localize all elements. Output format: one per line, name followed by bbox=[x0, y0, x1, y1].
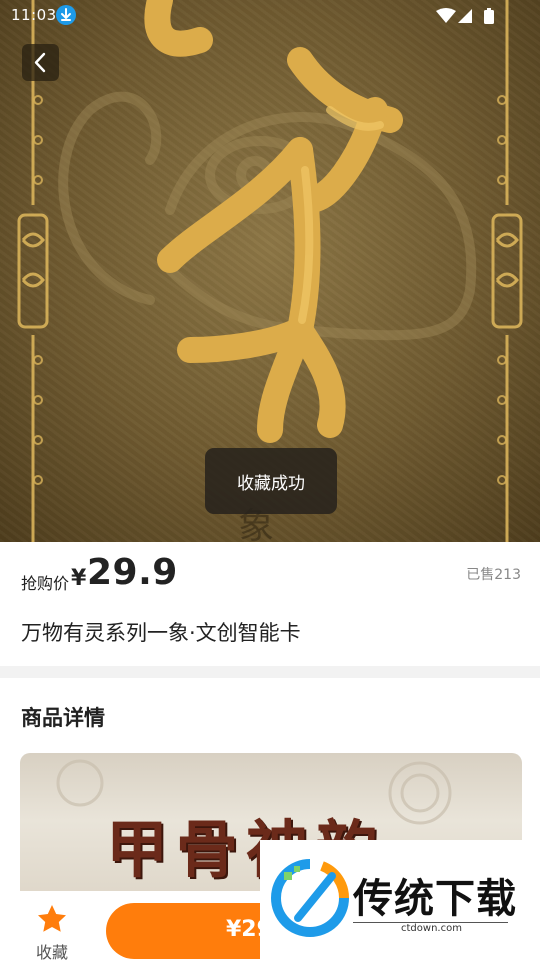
watermark-url: ctdown.com bbox=[398, 923, 465, 934]
chevron-left-icon bbox=[34, 52, 46, 73]
sold-count: 已售213 bbox=[466, 567, 521, 583]
favorite-label: 收藏 bbox=[35, 943, 68, 960]
back-button[interactable] bbox=[22, 44, 59, 81]
details-section-title: 商品详情 bbox=[21, 706, 105, 730]
status-icons bbox=[436, 8, 494, 24]
currency-symbol: ¥ bbox=[71, 566, 87, 591]
price-row: 抢购价 ¥ 29.9 已售213 bbox=[21, 552, 521, 598]
star-icon bbox=[38, 905, 66, 932]
watermark-logo-icon bbox=[271, 859, 350, 937]
status-bar: 11:03 bbox=[0, 0, 540, 32]
signal-icon bbox=[458, 9, 472, 23]
watermark-brand: 传统下载 bbox=[353, 876, 517, 922]
product-hero-image: 象 11:03 收藏成功 bbox=[0, 0, 540, 542]
price-value: 29.9 bbox=[87, 552, 178, 593]
price-label: 抢购价 bbox=[21, 574, 70, 593]
battery-icon bbox=[484, 10, 494, 24]
status-time: 11:03 bbox=[11, 6, 57, 24]
wifi-icon bbox=[436, 8, 456, 23]
download-icon bbox=[56, 5, 76, 25]
product-title: 万物有灵系列一象·文创智能卡 bbox=[21, 621, 301, 645]
toast-message: 收藏成功 bbox=[205, 448, 337, 514]
section-divider bbox=[0, 666, 540, 678]
favorite-button[interactable]: 收藏 bbox=[22, 903, 82, 960]
watermark: 传统下载 ctdown.com bbox=[260, 840, 540, 960]
